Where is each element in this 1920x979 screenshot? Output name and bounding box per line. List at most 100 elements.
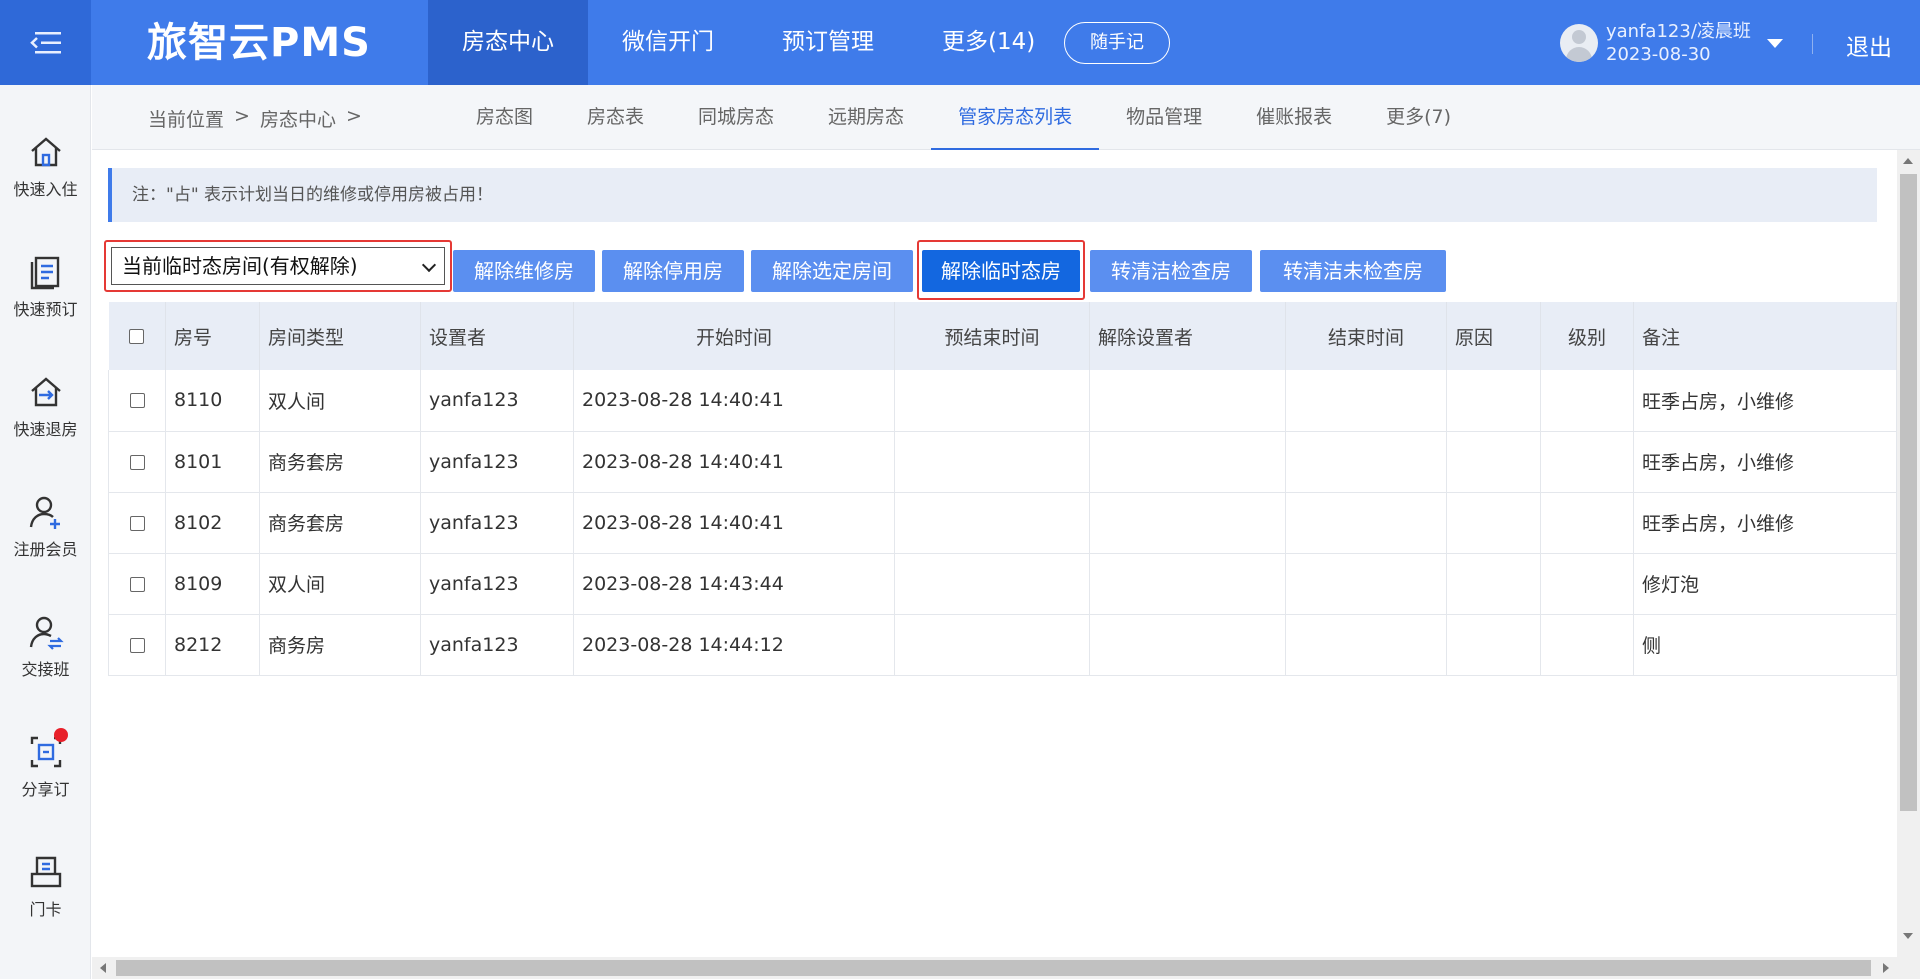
vertical-scrollbar[interactable]	[1897, 150, 1920, 979]
level	[1540, 492, 1634, 554]
document-icon	[30, 256, 59, 290]
logout-link[interactable]: 退出	[1846, 28, 1892, 62]
release-setter	[1089, 492, 1286, 554]
level	[1540, 553, 1634, 615]
column-header: 结束时间	[1285, 302, 1447, 370]
table-row[interactable]: 8109 双人间 yanfa123 2023-08-28 14:43:44 修灯…	[108, 553, 1897, 615]
release-temporary-rooms-button[interactable]: 解除临时态房	[922, 250, 1080, 292]
end-time	[1285, 614, 1447, 676]
table-row[interactable]: 8102 商务套房 yanfa123 2023-08-28 14:40:41 旺…	[108, 492, 1897, 554]
level	[1540, 614, 1634, 676]
level	[1540, 370, 1634, 432]
scroll-up-icon[interactable]	[1903, 158, 1913, 164]
tab-room-table[interactable]: 房态表	[560, 85, 671, 150]
menu-collapse-icon	[29, 31, 61, 53]
expected-end-time	[894, 492, 1090, 554]
breadcrumb-current[interactable]: 房态中心	[260, 105, 336, 132]
topnav-item-room-status[interactable]: 房态中心	[428, 0, 588, 85]
room-number: 8212	[165, 614, 260, 676]
reason	[1446, 431, 1541, 493]
column-header: 房间类型	[259, 302, 421, 370]
column-header: 房号	[165, 302, 260, 370]
topnav-item-wechat-door[interactable]: 微信开门	[588, 0, 748, 85]
release-maintenance-button[interactable]: 解除维修房	[453, 250, 595, 292]
topnav-item-reservation[interactable]: 预订管理	[748, 0, 908, 85]
sidebar-item-quick-checkin[interactable]: 快速入住	[0, 132, 91, 200]
row-checkbox[interactable]	[129, 515, 145, 531]
topnav-item-more[interactable]: 更多(14)	[908, 0, 1069, 85]
divider	[1812, 34, 1813, 54]
release-setter	[1089, 431, 1286, 493]
chevron-down-icon[interactable]	[1766, 38, 1783, 48]
breadcrumb-separator: >	[345, 105, 362, 127]
release-setter	[1089, 614, 1286, 676]
room-type: 商务房	[259, 614, 421, 676]
sidebar-item-door-card[interactable]: 门卡	[0, 852, 91, 920]
user-date: 2023-08-30	[1606, 44, 1711, 65]
tab-more[interactable]: 更多(7)	[1359, 85, 1478, 150]
reason	[1446, 553, 1541, 615]
scroll-thumb[interactable]	[1900, 174, 1917, 811]
room-filter-value: 当前临时态房间(有权解除)	[122, 254, 358, 278]
horizontal-scrollbar[interactable]	[92, 957, 1897, 979]
sidebar-item-share-order[interactable]: 分享订	[0, 728, 91, 800]
setter: yanfa123	[420, 553, 574, 615]
scroll-right-icon[interactable]	[1883, 963, 1889, 973]
top-bar: 旅智云PMS 房态中心 微信开门 预订管理 更多(14) 随手记 yanfa12…	[0, 0, 1920, 85]
tab-future-room-status[interactable]: 远期房态	[801, 85, 931, 150]
sidebar-item-quick-booking[interactable]: 快速预订	[0, 252, 91, 320]
release-setter	[1089, 553, 1286, 615]
sidebar-item-shift-handover[interactable]: 交接班	[0, 612, 91, 680]
add-user-icon	[29, 496, 60, 529]
select-all-checkbox[interactable]	[129, 329, 145, 344]
sidebar-item-label: 门卡	[29, 900, 62, 919]
release-disabled-button[interactable]: 解除停用房	[602, 250, 744, 292]
row-checkbox[interactable]	[129, 637, 145, 653]
door-card-icon	[30, 856, 61, 888]
scroll-thumb[interactable]	[116, 960, 1871, 976]
start-time: 2023-08-28 14:40:41	[573, 431, 895, 493]
end-time	[1285, 431, 1447, 493]
scroll-down-icon[interactable]	[1903, 933, 1913, 939]
user-menu[interactable]: yanfa123/凌晨班 2023-08-30	[1560, 20, 1783, 66]
sub-tabs: 房态图 房态表 同城房态 远期房态 管家房态列表 物品管理 催账报表 更多(7)	[449, 85, 1478, 150]
table-row[interactable]: 8101 商务套房 yanfa123 2023-08-28 14:40:41 旺…	[108, 431, 1897, 493]
expected-end-time	[894, 431, 1090, 493]
room-number: 8102	[165, 492, 260, 554]
tab-city-room-status[interactable]: 同城房态	[671, 85, 801, 150]
tab-housekeeping-list[interactable]: 管家房态列表	[931, 85, 1100, 150]
release-selected-rooms-button[interactable]: 解除选定房间	[751, 250, 913, 292]
to-clean-uninspected-button[interactable]: 转清洁未检查房	[1260, 250, 1446, 292]
room-type: 双人间	[259, 370, 421, 432]
notes-button[interactable]: 随手记	[1064, 22, 1170, 64]
menu-toggle-button[interactable]	[0, 0, 91, 85]
app-logo: 旅智云PMS	[147, 20, 371, 66]
setter: yanfa123	[420, 614, 574, 676]
row-checkbox[interactable]	[129, 393, 145, 409]
to-clean-inspected-button[interactable]: 转清洁检查房	[1090, 250, 1252, 292]
notice-banner: 注："占" 表示计划当日的维修或停用房被占用！	[108, 168, 1877, 222]
room-filter-select[interactable]: 当前临时态房间(有权解除)	[111, 247, 445, 285]
column-header: 级别	[1540, 302, 1634, 370]
column-header: 备注	[1633, 302, 1897, 370]
chevron-down-icon	[421, 257, 437, 273]
table-row[interactable]: 8212 商务房 yanfa123 2023-08-28 14:44:12 侧	[108, 614, 1897, 676]
note: 旺季占房，小维修	[1633, 492, 1897, 554]
tab-dunning-report[interactable]: 催账报表	[1229, 85, 1359, 150]
sidebar-item-quick-checkout[interactable]: 快速退房	[0, 372, 91, 440]
tab-room-map[interactable]: 房态图	[449, 85, 560, 150]
row-checkbox[interactable]	[129, 576, 145, 592]
checkout-house-icon	[30, 377, 61, 407]
start-time: 2023-08-28 14:44:12	[573, 614, 895, 676]
column-header: 开始时间	[573, 302, 895, 370]
tab-item-management[interactable]: 物品管理	[1099, 85, 1229, 150]
scroll-left-icon[interactable]	[100, 963, 106, 973]
sidebar-item-register-member[interactable]: 注册会员	[0, 492, 91, 560]
row-checkbox[interactable]	[129, 454, 145, 470]
user-name: yanfa123/凌晨班	[1606, 21, 1751, 42]
expected-end-time	[894, 614, 1090, 676]
sidebar: 快速入住 快速预订 快速退房 注册会员 交接班 分享订 门卡	[0, 85, 91, 979]
table-row[interactable]: 8110 双人间 yanfa123 2023-08-28 14:40:41 旺季…	[108, 370, 1897, 432]
sub-header: 当前位置 > 房态中心 > 房态图 房态表 同城房态 远期房态 管家房态列表 物…	[92, 85, 1920, 150]
column-header: 解除设置者	[1089, 302, 1286, 370]
